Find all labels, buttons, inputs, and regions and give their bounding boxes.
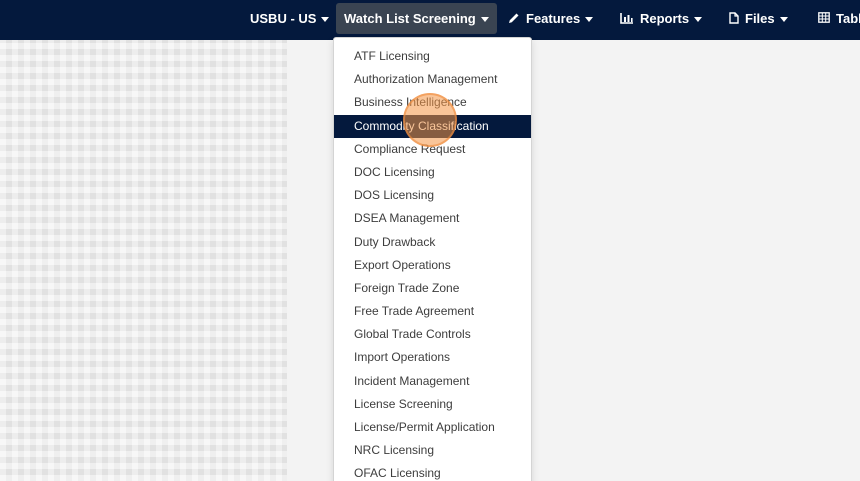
tables-label: Tabl	[836, 11, 860, 26]
dropdown-item-duty-drawback[interactable]: Duty Drawback	[334, 231, 531, 254]
dropdown-list: ATF Licensing Authorization Management B…	[334, 38, 531, 481]
pencil-icon	[508, 12, 520, 26]
caret-down-icon	[480, 16, 489, 22]
dropdown-item-license-screening[interactable]: License Screening	[334, 393, 531, 416]
dropdown-item-export-operations[interactable]: Export Operations	[334, 254, 531, 277]
dropdown-item-authorization-management[interactable]: Authorization Management	[334, 68, 531, 91]
watch-list-screening-dropdown: ATF Licensing Authorization Management B…	[333, 37, 532, 481]
dropdown-item-atf-licensing[interactable]: ATF Licensing	[334, 45, 531, 68]
dropdown-item-dsea-management[interactable]: DSEA Management	[334, 207, 531, 230]
watch-list-screening-label: Watch List Screening	[344, 11, 476, 26]
top-nav-bar: USBU - US Watch List Screening Features …	[0, 0, 860, 40]
reports-menu[interactable]: Reports	[620, 3, 703, 34]
files-menu[interactable]: Files	[729, 3, 788, 34]
dropdown-item-compliance-request[interactable]: Compliance Request	[334, 138, 531, 161]
features-label: Features	[526, 11, 581, 26]
features-menu[interactable]: Features	[508, 3, 594, 34]
caret-down-icon	[321, 16, 330, 22]
dropdown-item-free-trade-agreement[interactable]: Free Trade Agreement	[334, 300, 531, 323]
tables-menu[interactable]: Tabl	[818, 3, 860, 34]
table-icon	[818, 12, 830, 25]
caret-down-icon	[779, 16, 788, 22]
caret-down-icon	[694, 16, 703, 22]
business-unit-menu[interactable]: USBU - US	[250, 3, 330, 34]
dropdown-item-foreign-trade-zone[interactable]: Foreign Trade Zone	[334, 277, 531, 300]
business-unit-label: USBU - US	[250, 11, 317, 26]
bar-chart-icon	[620, 12, 634, 26]
watch-list-screening-menu[interactable]: Watch List Screening	[336, 3, 497, 34]
reports-label: Reports	[640, 11, 690, 26]
dropdown-item-business-intelligence[interactable]: Business Intelligence	[334, 91, 531, 114]
dropdown-item-license-permit-application[interactable]: License/Permit Application	[334, 416, 531, 439]
caret-down-icon	[585, 16, 594, 22]
dropdown-item-nrc-licensing[interactable]: NRC Licensing	[334, 439, 531, 462]
dropdown-item-incident-management[interactable]: Incident Management	[334, 370, 531, 393]
file-icon	[729, 11, 739, 26]
dropdown-item-doc-licensing[interactable]: DOC Licensing	[334, 161, 531, 184]
dropdown-item-commodity-classification[interactable]: Commodity Classification	[334, 114, 531, 138]
files-label: Files	[745, 11, 775, 26]
dropdown-item-ofac-licensing[interactable]: OFAC Licensing	[334, 462, 531, 481]
dropdown-item-global-trade-controls[interactable]: Global Trade Controls	[334, 323, 531, 346]
dropdown-item-import-operations[interactable]: Import Operations	[334, 346, 531, 369]
dropdown-item-dos-licensing[interactable]: DOS Licensing	[334, 184, 531, 207]
